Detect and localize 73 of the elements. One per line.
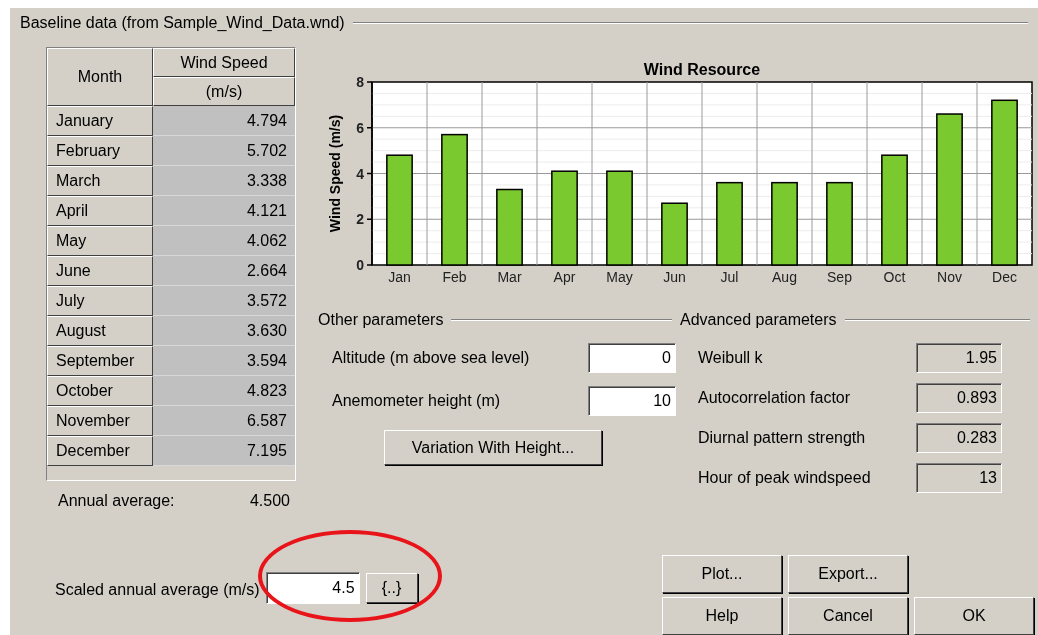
table-cell: 4.062 bbox=[153, 226, 295, 256]
dialog-button[interactable]: OK bbox=[914, 597, 1034, 635]
x-tick-label: Jun bbox=[663, 269, 686, 285]
readonly-field: 1.95 bbox=[916, 343, 1002, 373]
x-tick-label: Oct bbox=[883, 269, 906, 285]
table-cell: 3.630 bbox=[153, 316, 295, 346]
group-title: Other parameters bbox=[318, 310, 444, 330]
table-cell: 2.664 bbox=[153, 256, 295, 286]
y-tick-label: 2 bbox=[356, 211, 364, 228]
y-tick-label: 8 bbox=[356, 74, 364, 90]
dialog-button[interactable]: Plot... bbox=[662, 555, 782, 593]
readonly-field: 0.283 bbox=[916, 423, 1002, 453]
group-title: Baseline data (from Sample_Wind_Data.wnd) bbox=[20, 13, 345, 33]
y-axis-label: Wind Speed (m/s) bbox=[327, 114, 343, 233]
dialog-button[interactable]: Help bbox=[662, 597, 782, 635]
x-tick-label: Sep bbox=[827, 269, 852, 285]
row-header: February bbox=[47, 136, 153, 166]
y-tick-label: 6 bbox=[356, 119, 364, 136]
table-cell: 3.572 bbox=[153, 286, 295, 316]
row-header: January bbox=[47, 106, 153, 136]
field-label: Hour of peak windspeed bbox=[698, 468, 871, 488]
x-tick-label: Jul bbox=[720, 269, 739, 285]
x-tick-label: Nov bbox=[937, 269, 962, 285]
field-label: Anemometer height (m) bbox=[332, 391, 501, 411]
x-tick-label: Dec bbox=[992, 269, 1017, 285]
x-tick-label: Mar bbox=[497, 269, 522, 285]
row-header: March bbox=[47, 166, 153, 196]
table-cell: 4.121 bbox=[153, 196, 295, 226]
column-header: Wind Speed bbox=[153, 48, 295, 77]
table-cell: 3.594 bbox=[153, 346, 295, 376]
readonly-field: 13 bbox=[916, 463, 1002, 493]
chart-title: Wind Resource bbox=[643, 61, 761, 78]
dialog-button[interactable]: Export... bbox=[788, 555, 908, 593]
annual-average-value: 4.500 bbox=[249, 491, 290, 511]
readonly-field: 0.893 bbox=[916, 383, 1002, 413]
x-tick-label: Feb bbox=[442, 269, 467, 285]
dialog-button[interactable]: Cancel bbox=[788, 597, 908, 635]
column-header: (m/s) bbox=[153, 77, 295, 106]
input-field[interactable]: 4.5 bbox=[265, 572, 360, 604]
row-header: September bbox=[47, 346, 153, 376]
row-header: August bbox=[47, 316, 153, 346]
row-header: July bbox=[47, 286, 153, 316]
input-field[interactable]: 10 bbox=[588, 386, 676, 416]
bar bbox=[661, 202, 688, 266]
row-header: October bbox=[47, 376, 153, 406]
table-cell: 6.587 bbox=[153, 406, 295, 436]
row-header: June bbox=[47, 256, 153, 286]
table-cell: 7.195 bbox=[153, 436, 295, 466]
scaled-average-label: Scaled annual average (m/s) bbox=[55, 580, 260, 600]
column-header: Month bbox=[47, 48, 153, 106]
browse-button[interactable]: {..} bbox=[365, 573, 418, 603]
field-label: Autocorrelation factor bbox=[698, 388, 851, 408]
y-tick-label: 4 bbox=[356, 165, 364, 182]
x-tick-label: Aug bbox=[772, 269, 797, 285]
row-header: November bbox=[47, 406, 153, 436]
field-label: Weibull k bbox=[698, 348, 763, 368]
group-title: Advanced parameters bbox=[680, 310, 837, 330]
table-cell: 4.823 bbox=[153, 376, 295, 406]
row-header: May bbox=[47, 226, 153, 256]
x-tick-label: Jan bbox=[388, 269, 411, 285]
field-label: Diurnal pattern strength bbox=[698, 428, 866, 448]
row-header: December bbox=[47, 436, 153, 466]
table-cell: 3.338 bbox=[153, 166, 295, 196]
table-cell: 4.794 bbox=[153, 106, 295, 136]
field-label: Altitude (m above sea level) bbox=[332, 348, 530, 368]
x-tick-label: Apr bbox=[553, 269, 576, 285]
annual-average-label: Annual average: bbox=[58, 491, 175, 511]
variation-with-height-button[interactable]: Variation With Height... bbox=[384, 430, 602, 465]
row-header: April bbox=[47, 196, 153, 226]
table-cell: 5.702 bbox=[153, 136, 295, 166]
y-tick-label: 0 bbox=[356, 257, 364, 273]
input-field[interactable]: 0 bbox=[588, 343, 676, 373]
x-tick-label: May bbox=[606, 269, 633, 285]
